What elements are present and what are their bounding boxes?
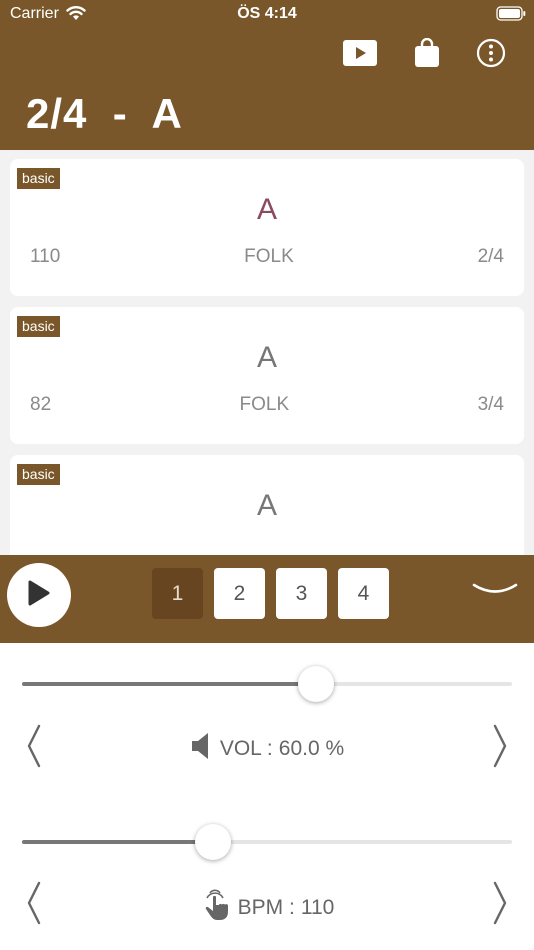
rhythm-key: A xyxy=(256,341,277,374)
more-options-button[interactable] xyxy=(473,38,509,72)
rhythm-card[interactable]: basic A 110 FOLK 2/4 xyxy=(10,159,524,296)
header: Carrier ÖS 4:14 2/4 - A xyxy=(0,0,534,150)
tap-hand-icon xyxy=(200,889,232,927)
volume-label: VOL : xyxy=(219,737,273,760)
volume-slider-fill xyxy=(22,682,316,686)
shopping-bag-icon xyxy=(414,37,440,73)
volume-readout: VOL : 60.0 % xyxy=(0,732,534,766)
speaker-icon xyxy=(190,732,214,766)
collapse-chevron-icon[interactable] xyxy=(472,580,518,607)
volume-value: 60.0 % xyxy=(278,737,345,760)
beat-button-4[interactable]: 4 xyxy=(338,568,389,619)
bpm-readout: BPM : 110 xyxy=(0,889,534,927)
player-bar: 1 2 3 4 xyxy=(0,555,534,643)
rhythm-card[interactable]: basic A 82 FOLK 3/4 xyxy=(10,307,524,444)
rhythm-tag-badge: basic xyxy=(17,168,60,189)
bpm-slider-fill xyxy=(22,840,214,844)
volume-slider-thumb[interactable] xyxy=(298,666,334,702)
rhythm-key: A xyxy=(256,489,277,522)
rhythm-tag-badge: basic xyxy=(17,464,60,485)
controls-panel: VOL : 60.0 % BPM : 110 xyxy=(0,643,534,950)
status-bar: Carrier ÖS 4:14 xyxy=(0,0,534,30)
bpm-slider[interactable] xyxy=(22,824,512,860)
rhythm-bpm: 82 xyxy=(30,394,52,415)
bpm-value: 110 xyxy=(300,896,335,919)
volume-slider[interactable] xyxy=(22,666,512,702)
bpm-label: BPM : xyxy=(237,896,295,919)
rhythm-meter: 3/4 xyxy=(477,394,504,415)
page-title: 2/4 - A xyxy=(26,90,183,137)
rhythm-key: A xyxy=(256,193,277,226)
status-time: ÖS 4:14 xyxy=(237,5,297,22)
beat-button-2[interactable]: 2 xyxy=(214,568,265,619)
more-options-icon xyxy=(476,38,506,73)
rhythm-meter: 2/4 xyxy=(477,246,504,267)
beat-button-3[interactable]: 3 xyxy=(276,568,327,619)
play-icon xyxy=(26,579,52,612)
volume-increase-chevron-icon[interactable] xyxy=(490,723,510,769)
rhythm-list: basic A 110 FOLK 2/4 basic A 82 FOLK 3/4… xyxy=(0,150,534,555)
rhythm-tag-badge: basic xyxy=(17,316,60,337)
video-play-icon xyxy=(343,39,377,71)
bpm-slider-thumb[interactable] xyxy=(195,824,232,860)
video-play-button[interactable] xyxy=(342,38,378,72)
beat-button-1[interactable]: 1 xyxy=(152,568,203,619)
bpm-increase-chevron-icon[interactable] xyxy=(490,880,510,926)
rhythm-genre: FOLK xyxy=(244,246,294,267)
battery-icon xyxy=(496,6,526,26)
rhythm-card[interactable]: basic A xyxy=(10,455,524,555)
play-button[interactable] xyxy=(7,563,71,627)
rhythm-genre: FOLK xyxy=(239,394,290,415)
shop-button[interactable] xyxy=(409,37,445,73)
rhythm-bpm: 110 xyxy=(30,246,61,267)
